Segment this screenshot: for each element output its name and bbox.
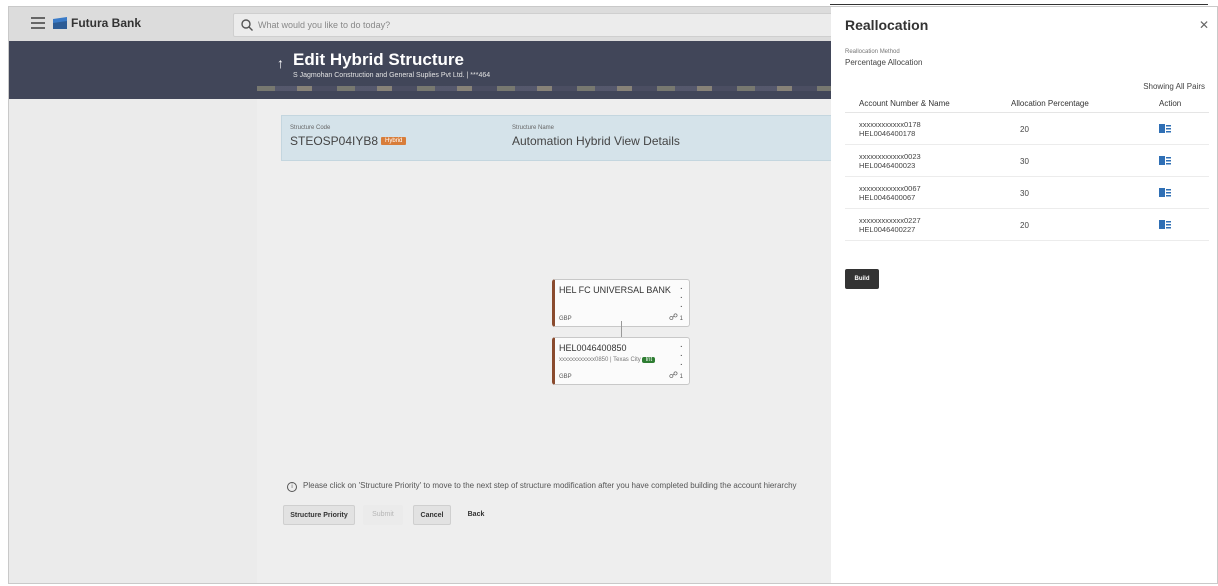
child-children-count: 1	[679, 374, 683, 380]
account-cell: xxxxxxxxxxxx0227 HEL0046400227	[859, 216, 921, 234]
reallocation-method-label: Reallocation Method	[845, 49, 900, 55]
child-node-account: xxxxxxxxxxxx0850 | Texas City	[559, 357, 641, 363]
showing-pairs-label: Showing All Pairs	[1143, 82, 1205, 91]
edit-details-icon[interactable]	[1159, 156, 1171, 165]
structure-name-value: Automation Hybrid View Details	[512, 134, 680, 148]
search-input[interactable]	[258, 17, 818, 33]
kebab-menu-icon[interactable]: · · ·	[680, 342, 683, 370]
app-window: Futura Bank ↑ Edit Hybrid Structure S Ja…	[8, 6, 1218, 584]
kebab-menu-icon[interactable]: · · ·	[680, 284, 683, 312]
structure-summary: Structure Code STEOSP04IYB8 Hybrid Struct…	[281, 115, 841, 161]
table-row: xxxxxxxxxxxx0023 HEL0046400023 30	[845, 145, 1209, 177]
build-button[interactable]: Build	[845, 269, 879, 289]
account-number: xxxxxxxxxxxx0023	[859, 152, 921, 161]
submit-button[interactable]: Submit	[363, 505, 403, 525]
hierarchy-connector	[621, 321, 622, 337]
account-name: HEL0046400067	[859, 193, 916, 202]
account-number: xxxxxxxxxxxx0067	[859, 184, 921, 193]
bank-logo-icon	[53, 17, 67, 29]
account-number: xxxxxxxxxxxx0178	[859, 120, 921, 129]
search-box[interactable]	[233, 13, 853, 37]
structure-code-text: STEOSP04IYB8	[290, 134, 379, 148]
structure-priority-button[interactable]: Structure Priority	[283, 505, 355, 525]
back-button[interactable]: Back	[461, 505, 491, 525]
info-icon: i	[287, 482, 297, 492]
hierarchy-tree-icon[interactable]: ☍ 1	[669, 312, 683, 323]
hierarchy-root-node[interactable]: HEL FC UNIVERSAL BANK · · · GBP ☍ 1	[552, 279, 690, 327]
root-node-currency: GBP	[559, 316, 572, 322]
brand-name[interactable]: Futura Bank	[71, 16, 141, 30]
column-header-account: Account Number & Name	[859, 99, 950, 108]
close-icon[interactable]: ✕	[1199, 18, 1209, 32]
child-node-title: HEL0046400850	[559, 343, 627, 353]
page-subtitle: S Jagmohan Construction and General Supl…	[293, 72, 491, 79]
edit-details-icon[interactable]	[1159, 188, 1171, 197]
info-message: Please click on 'Structure Priority' to …	[303, 481, 797, 490]
hierarchy-tree-icon[interactable]: ☍ 1	[669, 370, 683, 381]
menu-icon[interactable]	[31, 17, 45, 29]
edit-details-icon[interactable]	[1159, 124, 1171, 133]
child-node-currency: GBP	[559, 374, 572, 380]
edit-details-icon[interactable]	[1159, 220, 1171, 229]
drawer-title: Reallocation	[845, 17, 929, 33]
account-cell: xxxxxxxxxxxx0067 HEL0046400067	[859, 184, 921, 202]
structure-name-label: Structure Name	[512, 125, 555, 131]
reallocation-drawer: Reallocation ✕ Reallocation Method Perce…	[831, 7, 1217, 583]
back-arrow-icon[interactable]: ↑	[277, 55, 284, 71]
search-icon	[241, 19, 253, 31]
structure-code-label: Structure Code	[290, 125, 331, 131]
allocation-percentage: 20	[1020, 125, 1029, 134]
column-header-allocation: Allocation Percentage	[1011, 99, 1089, 108]
allocation-percentage: 20	[1020, 221, 1029, 230]
allocation-percentage: 30	[1020, 157, 1029, 166]
account-cell: xxxxxxxxxxxx0178 HEL0046400178	[859, 120, 921, 138]
top-rule	[830, 4, 1208, 5]
main-card: Structure Code STEOSP04IYB8 Hybrid Struct…	[257, 99, 857, 583]
hybrid-badge: Hybrid	[381, 136, 407, 145]
allocation-table: Account Number & Name Allocation Percent…	[845, 93, 1209, 241]
column-header-action: Action	[1159, 99, 1182, 108]
account-name: HEL0046400227	[859, 225, 916, 234]
account-cell: xxxxxxxxxxxx0023 HEL0046400023	[859, 152, 921, 170]
root-node-title: HEL FC UNIVERSAL BANK	[559, 285, 671, 295]
account-number: xxxxxxxxxxxx0227	[859, 216, 921, 225]
table-row: xxxxxxxxxxxx0178 HEL0046400178 20	[845, 113, 1209, 145]
account-name: HEL0046400023	[859, 161, 916, 170]
root-children-count: 1	[679, 316, 683, 322]
reallocation-method-value: Percentage Allocation	[845, 58, 923, 67]
structure-code-value: STEOSP04IYB8 Hybrid	[290, 134, 407, 148]
cancel-button[interactable]: Cancel	[413, 505, 451, 525]
page-title: Edit Hybrid Structure	[293, 50, 464, 69]
table-row: xxxxxxxxxxxx0227 HEL0046400227 20	[845, 209, 1209, 241]
account-name: HEL0046400178	[859, 129, 916, 138]
allocation-percentage: 30	[1020, 189, 1029, 198]
int-badge: Int	[642, 357, 656, 363]
hierarchy-child-node[interactable]: HEL0046400850 · · · xxxxxxxxxxxx0850 | Tex…	[552, 337, 690, 385]
table-header: Account Number & Name Allocation Percent…	[845, 93, 1209, 113]
table-row: xxxxxxxxxxxx0067 HEL0046400067 30	[845, 177, 1209, 209]
decorative-strip	[257, 86, 857, 91]
child-node-sub: xxxxxxxxxxxx0850 | Texas City Int	[559, 357, 656, 363]
